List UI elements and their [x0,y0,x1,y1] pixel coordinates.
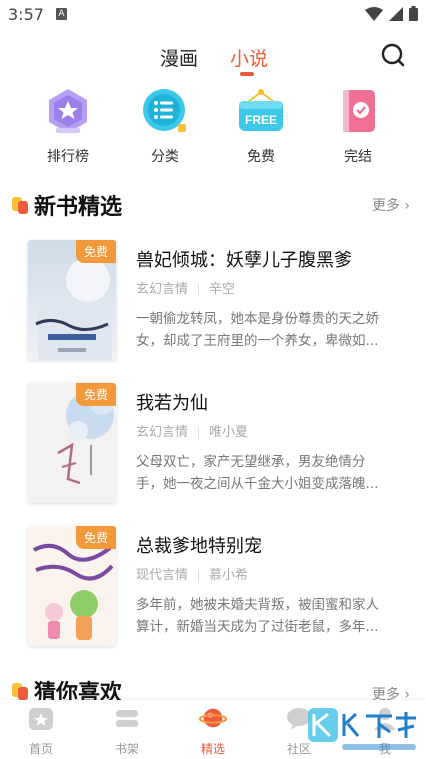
book-item[interactable]: 免费 总裁爹地特别宠 现代言情 慕小希 多年前，她被未婚夫背叛，被闺蜜和家人算计，… [28,526,408,648]
free-badge: 免费 [75,526,116,549]
category-classify[interactable]: 分类 [125,86,205,166]
category-label: 完结 [344,149,372,165]
section-title-new-books: 新书精选 [12,190,122,220]
book-item[interactable]: 免费 我若为仙 玄幻言情 唯小夏 父母双亡，家产无望继承，男友绝情分手，她一夜之间… [28,383,408,505]
book-author: 辛空 [209,282,236,297]
svg-text:FREE: FREE [245,113,277,127]
book-cover: 免费 [28,240,116,360]
book-genre: 现代言情 [136,568,189,583]
tab-comic[interactable]: 漫画 [160,44,198,71]
book-title: 总裁爹地特别宠 [136,536,262,557]
nav-featured[interactable]: 精选 [178,704,248,757]
planet-icon [198,708,228,728]
book-item[interactable]: 免费 兽妃倾城：妖孽儿子腹黑爹 玄幻言情 辛空 一朝偷龙转凤，她本是身份尊贵的天之… [28,240,408,362]
book-description: 一朝偷龙转凤，她本是身份尊贵的天之娇女，却成了王府里的一个养女，卑微如... [136,311,379,349]
category-label: 排行榜 [47,149,89,165]
book-title: 我若为仙 [136,393,208,414]
book-description: 多年前，她被未婚夫背叛，被闺蜜和家人算计，新婚当天成为了过街老鼠，多年... [136,597,379,635]
nav-label: 书架 [114,742,139,756]
book-cover: 免费 [28,526,116,646]
status-time: 3:57 [8,5,44,24]
search-icon [381,43,405,67]
free-badge: 免费 [75,240,116,263]
watermark-logo [302,700,422,755]
section-mark-icon [12,197,28,214]
active-tab-indicator [240,72,254,76]
signal-icon [389,6,403,21]
nav-home[interactable]: 首页 [6,704,76,757]
status-bar: 3:57 A [0,0,426,30]
home-star-icon [29,708,53,730]
search-button[interactable] [380,42,406,68]
section-mark-icon [12,683,28,700]
book-description: 父母双亡，家产无望继承，男友绝情分手，她一夜之间从千金大小姐变成落魄... [136,454,379,492]
finished-book-icon [333,86,383,136]
bookshelf-icon [116,710,138,727]
book-cover: 免费 [28,383,116,503]
notification-icon: A [56,8,67,20]
wifi-icon [365,6,383,21]
nav-label: 精选 [200,742,225,756]
book-author: 唯小夏 [209,425,249,440]
free-badge: 免费 [75,383,116,406]
book-title: 兽妃倾城：妖孽儿子腹黑爹 [136,250,352,271]
book-genre: 玄幻言情 [136,282,189,297]
tab-novel[interactable]: 小说 [230,44,268,71]
category-finished[interactable]: 完结 [318,86,398,166]
category-label: 分类 [151,149,179,165]
book-author: 慕小希 [209,568,249,583]
category-list-icon [140,86,190,136]
section-title: 新书精选 [34,195,123,220]
more-link-new-books[interactable]: 更多 › [372,195,410,215]
nav-label: 首页 [28,742,53,756]
battery-icon [409,6,418,21]
category-free[interactable]: FREE 免费 [221,86,301,166]
category-ranking[interactable]: 排行榜 [28,86,108,166]
free-tag-icon: FREE [236,86,286,136]
book-genre: 玄幻言情 [136,425,189,440]
category-label: 免费 [247,149,275,165]
nav-bookshelf[interactable]: 书架 [92,704,162,757]
ranking-medal-icon [43,86,93,136]
